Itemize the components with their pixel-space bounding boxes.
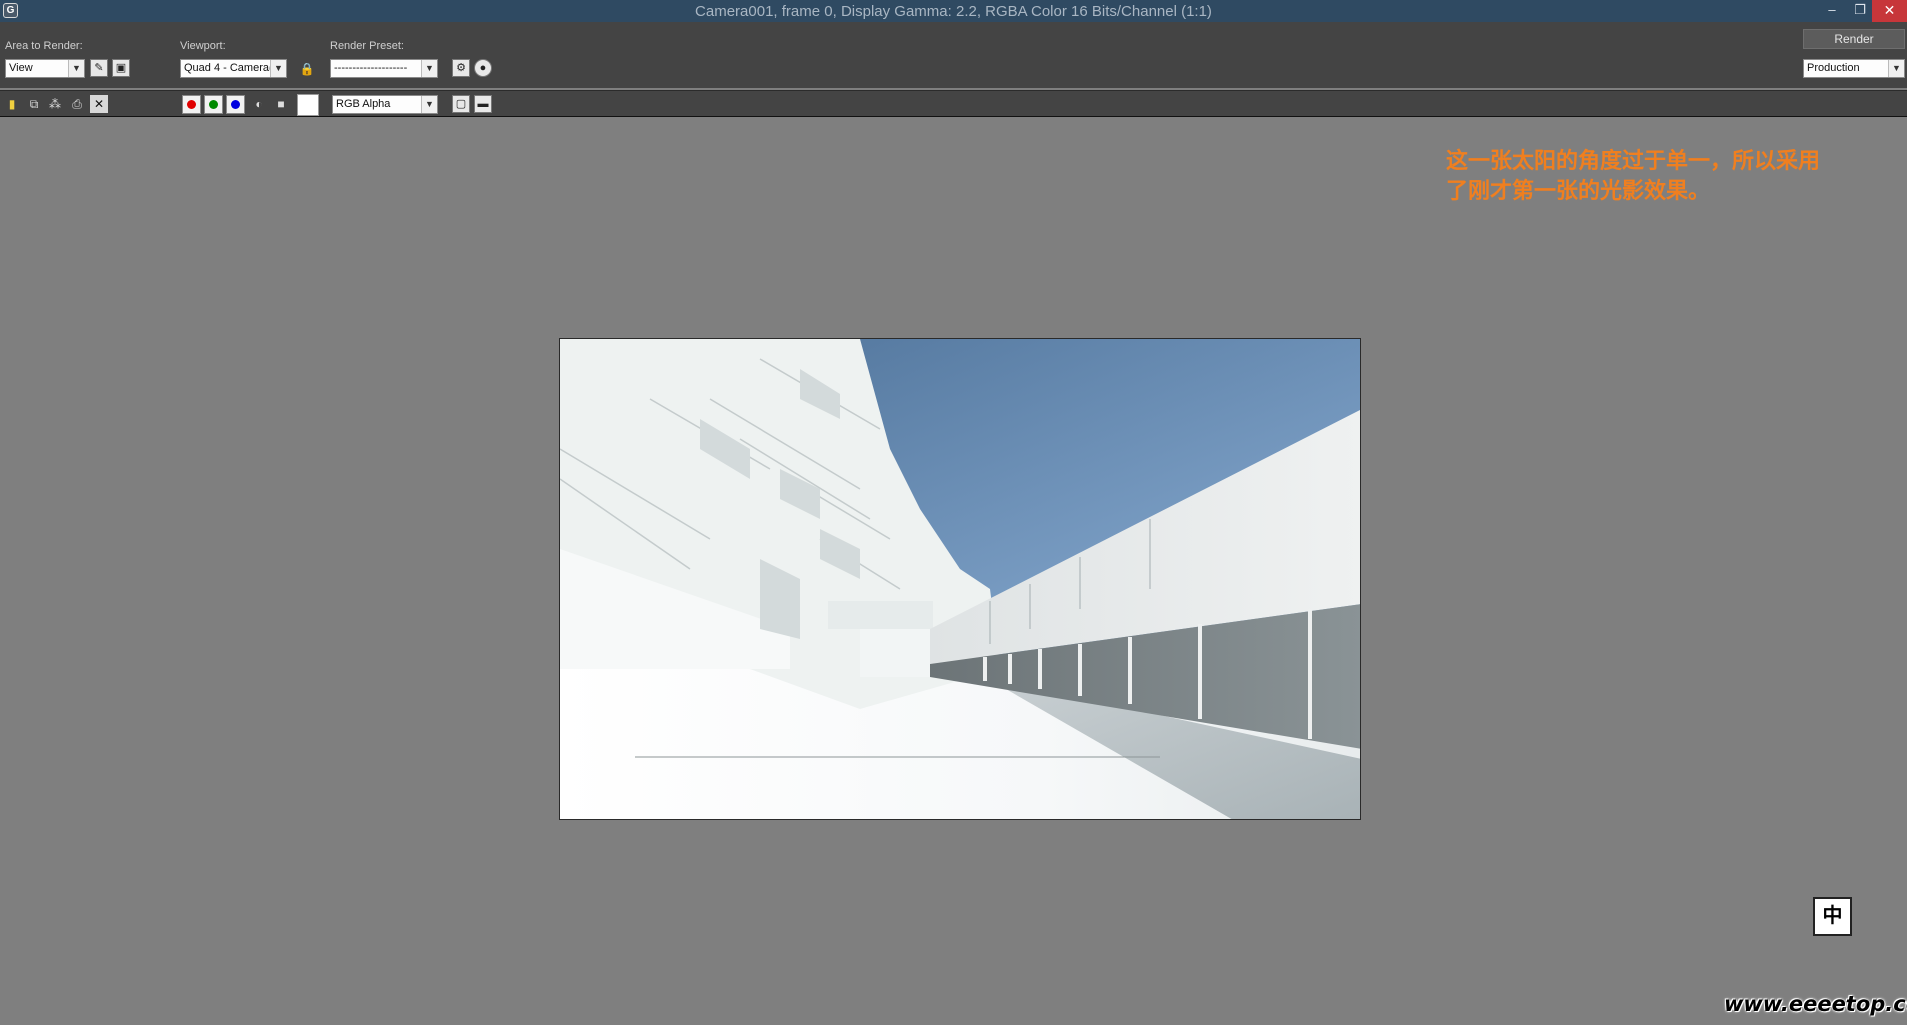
lock-viewport-button[interactable]: 🔒	[298, 60, 316, 78]
monochrome-toggle[interactable]: ■	[272, 95, 290, 113]
save-image-button[interactable]: ▮	[3, 95, 21, 113]
clone-icon: ⁂	[49, 97, 61, 111]
close-button[interactable]: ✕	[1872, 0, 1907, 22]
edit-region-button[interactable]: ✎	[90, 59, 108, 77]
viewport-dropdown[interactable]: Quad 4 - Camera( ▼	[180, 59, 287, 78]
print-image-button[interactable]: ⎙	[68, 95, 86, 113]
channel-value: RGB Alpha	[336, 98, 391, 110]
render-settings-toolbar: Area to Render: View ▼ ✎ ▣ Viewport: Qua…	[0, 22, 1907, 88]
lock-icon: 🔒	[299, 62, 315, 76]
mono-icon: ■	[277, 97, 285, 111]
color-swatch[interactable]	[297, 94, 319, 116]
save-icon: ▮	[8, 97, 16, 111]
chevron-down-icon: ▼	[68, 60, 84, 77]
render-setup-button[interactable]: ⚙	[452, 59, 470, 77]
chevron-down-icon: ▼	[1888, 60, 1904, 77]
maximize-button[interactable]: ❐	[1846, 0, 1874, 22]
render-preset-dropdown[interactable]: -------------------- ▼	[330, 59, 438, 78]
red-channel-toggle[interactable]	[182, 95, 201, 114]
environment-button[interactable]: ●	[474, 59, 492, 77]
copy-icon: ⧉	[29, 97, 39, 111]
render-button[interactable]: Render	[1803, 29, 1905, 49]
alpha-icon: ◐	[255, 97, 263, 111]
frame-buffer-toolbar: ▮ ⧉ ⁂ ⎙ ✕ ◐ ■ RGB Alpha ▼ ▢ ▬	[0, 90, 1907, 117]
green-channel-toggle[interactable]	[204, 95, 223, 114]
copy-image-button[interactable]: ⧉	[25, 95, 43, 113]
blue-channel-icon	[231, 100, 240, 109]
distant-building	[828, 601, 933, 629]
rendered-image[interactable]	[559, 338, 1361, 820]
distant-block	[860, 629, 930, 677]
chevron-down-icon: ▼	[421, 96, 437, 113]
render-preset-label: Render Preset:	[330, 40, 404, 52]
chevron-down-icon: ▼	[421, 60, 437, 77]
toggle-display-button[interactable]: ▬	[474, 95, 492, 113]
viewport-value: Quad 4 - Camera(	[184, 62, 273, 74]
production-dropdown[interactable]: Production ▼	[1803, 59, 1905, 78]
region-icon: ▣	[115, 62, 127, 74]
area-to-render-dropdown[interactable]: View ▼	[5, 59, 85, 78]
title-bar: G Camera001, frame 0, Display Gamma: 2.2…	[0, 0, 1907, 22]
crop-icon: ✎	[94, 62, 104, 74]
green-channel-icon	[209, 100, 218, 109]
toggle-ui-overlays-button[interactable]: ▢	[452, 95, 470, 113]
render-preset-value: --------------------	[334, 62, 408, 74]
viewport-label: Viewport:	[180, 40, 226, 52]
production-value: Production	[1807, 62, 1860, 74]
annotation-line-1: 这一张太阳的角度过于单一，所以采用	[1446, 148, 1821, 173]
watermark: www.eeeetop.com	[1724, 992, 1907, 1016]
clear-icon: ✕	[93, 97, 105, 111]
annotation-text: 这一张太阳的角度过于单一，所以采用 了刚才第一张的光影效果。	[1446, 146, 1886, 206]
toggle-ui-icon: ▢	[455, 98, 467, 110]
minimize-button[interactable]: –	[1818, 0, 1846, 22]
render-setup-icon: ⚙	[456, 62, 466, 74]
chevron-down-icon: ▼	[270, 60, 286, 77]
area-to-render-label: Area to Render:	[5, 40, 83, 52]
display-icon: ▬	[477, 98, 489, 110]
red-channel-icon	[187, 100, 196, 109]
blue-channel-toggle[interactable]	[226, 95, 245, 114]
window-title: Camera001, frame 0, Display Gamma: 2.2, …	[695, 3, 1212, 20]
auto-region-button[interactable]: ▣	[112, 59, 130, 77]
print-icon: ⎙	[72, 97, 82, 111]
alpha-channel-toggle[interactable]: ◐	[250, 95, 268, 113]
render-scene	[560, 339, 1360, 819]
clone-window-button[interactable]: ⁂	[46, 95, 64, 113]
channel-dropdown[interactable]: RGB Alpha ▼	[332, 95, 438, 114]
annotation-line-2: 了刚才第一张的光影效果。	[1446, 178, 1711, 203]
area-to-render-value: View	[9, 62, 33, 74]
environment-icon: ●	[479, 62, 487, 74]
ime-indicator[interactable]: 中	[1813, 897, 1852, 936]
clear-button[interactable]: ✕	[90, 95, 108, 113]
